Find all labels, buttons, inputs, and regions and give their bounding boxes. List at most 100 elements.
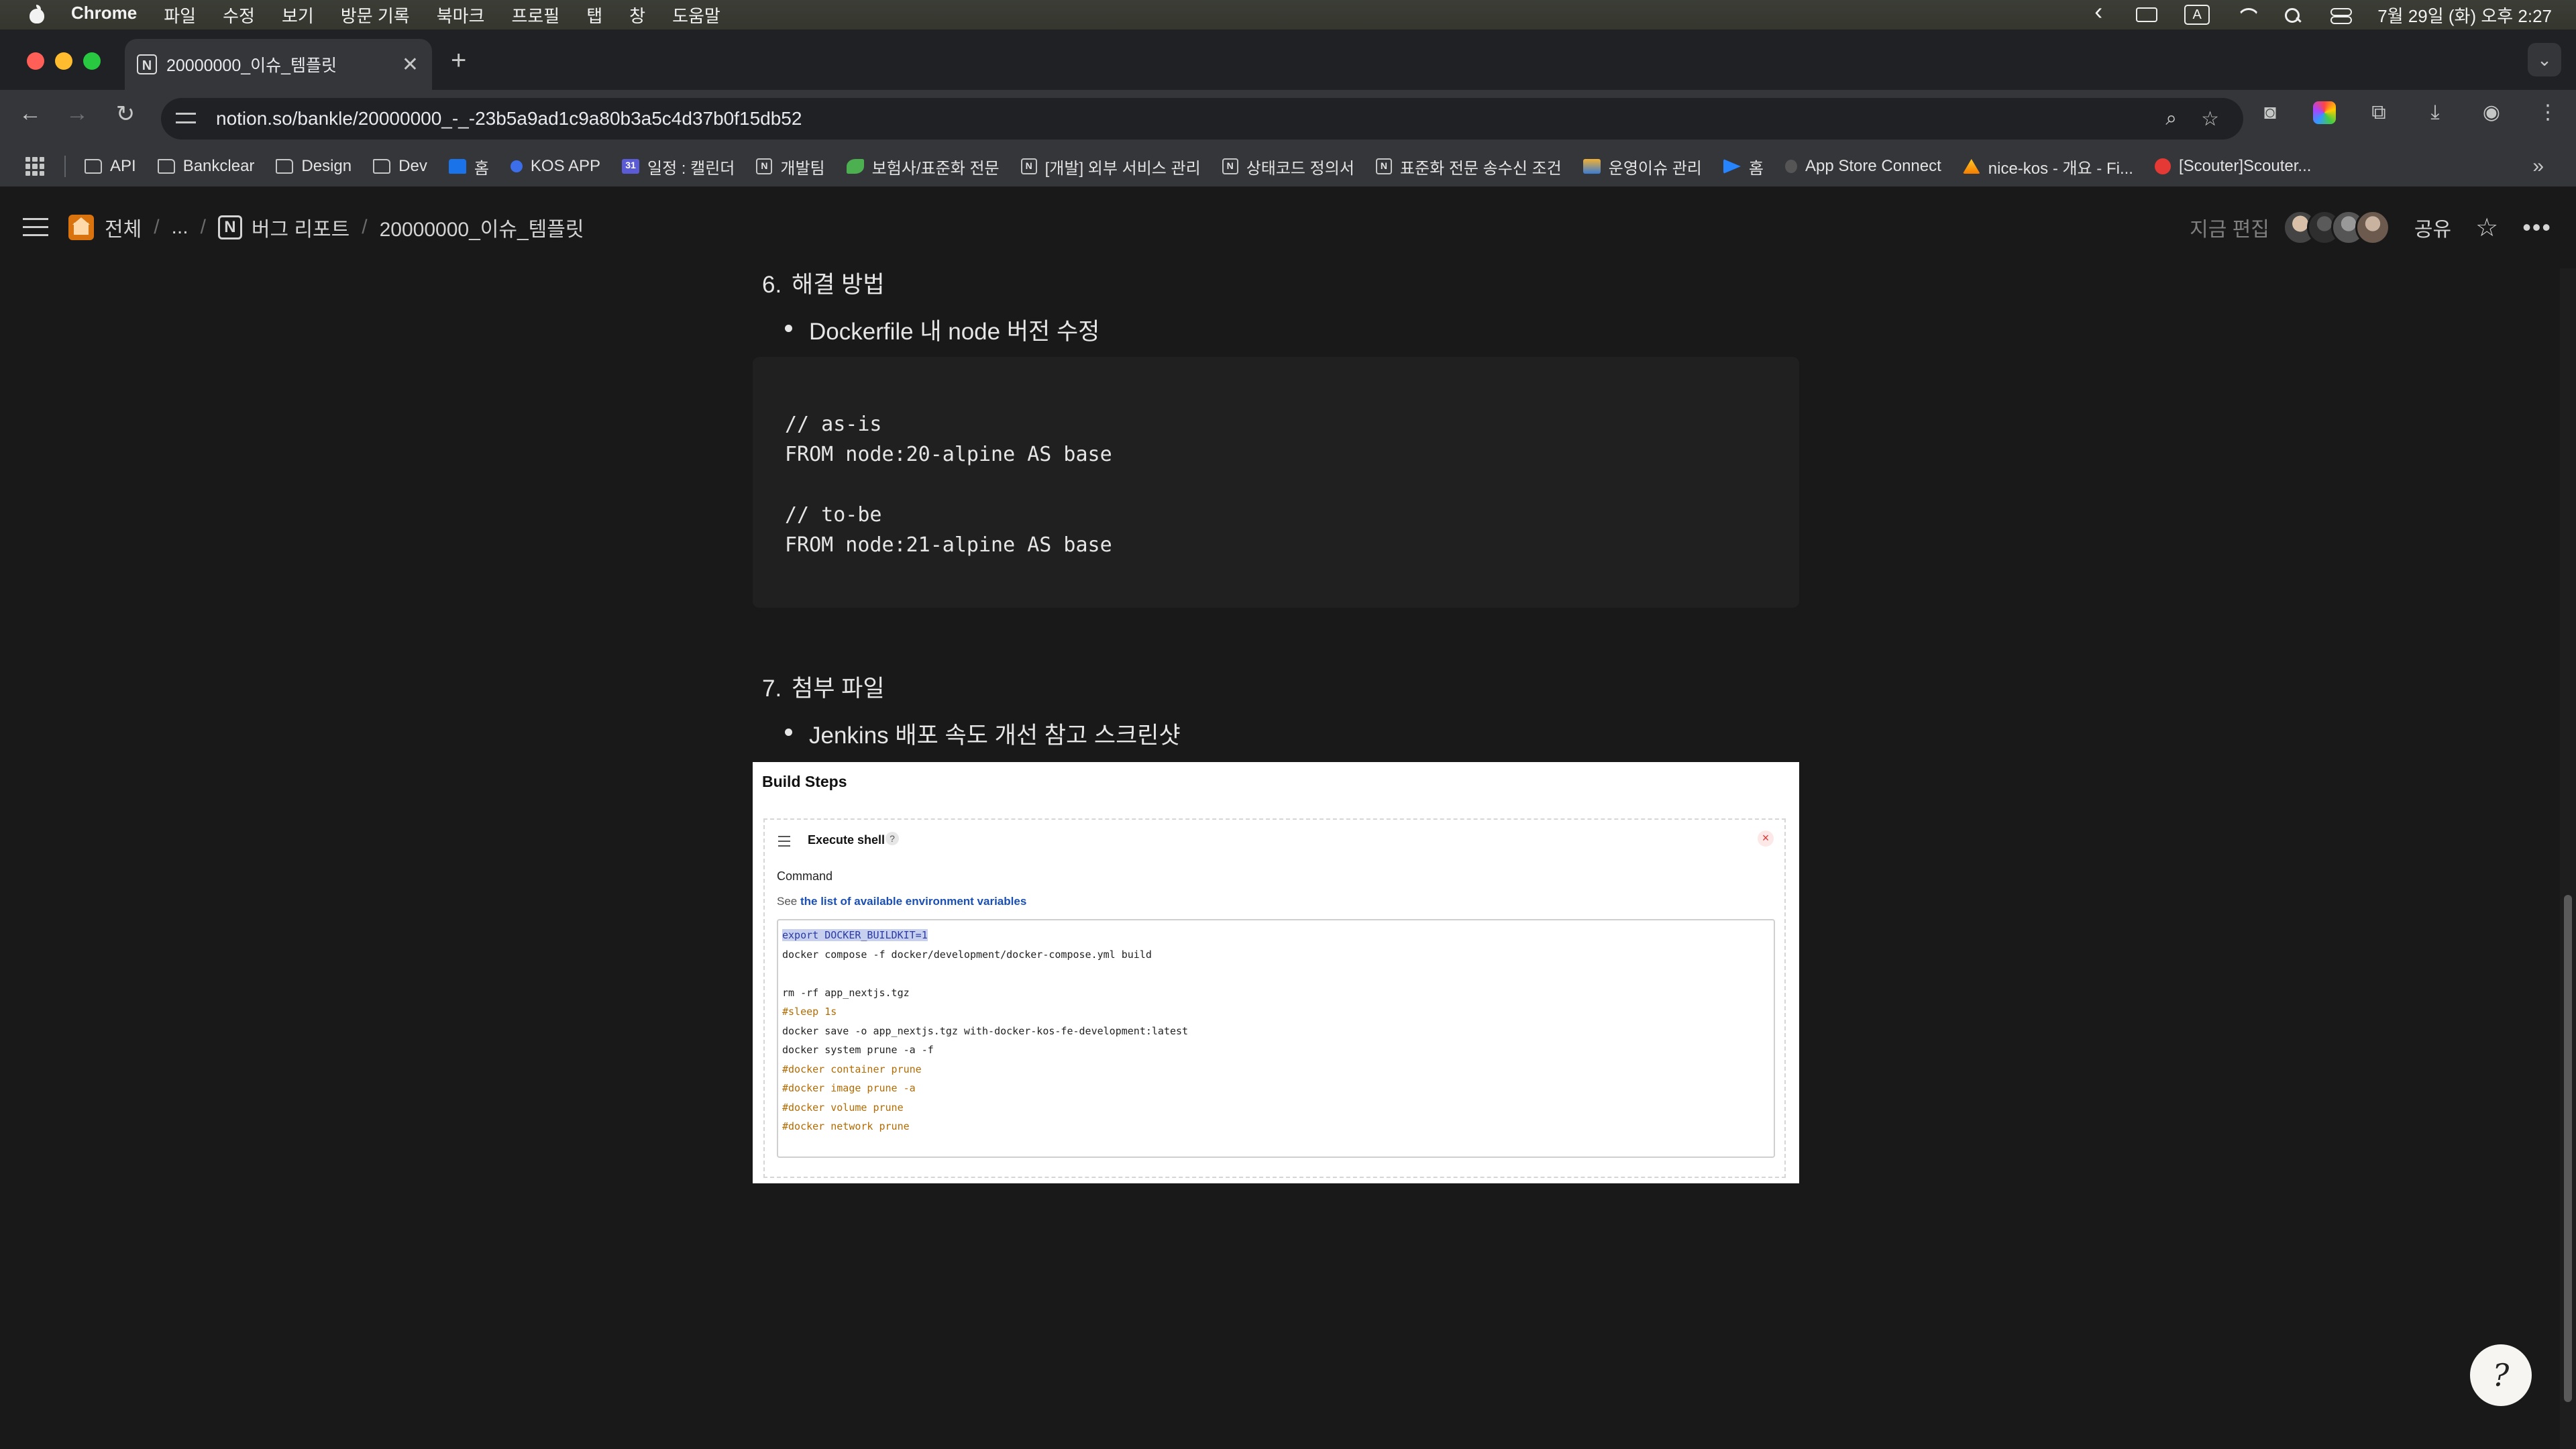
notion-icon: N — [756, 158, 773, 174]
code-line: #sleep 1s — [782, 1006, 837, 1018]
breadcrumb-ellipsis[interactable]: ... — [172, 216, 189, 239]
embedded-screenshot[interactable]: Build Steps Execute shell ? × Command Se… — [753, 762, 1799, 1183]
macos-menubar: Chrome 파일 수정 보기 방문 기록 북마크 프로필 탭 창 도움말 A … — [0, 0, 2576, 30]
code-line: rm -rf app_nextjs.tgz — [782, 986, 910, 999]
bookmark-design[interactable]: Design — [276, 157, 352, 176]
menu-tab[interactable]: 탭 — [586, 3, 602, 28]
avatar[interactable] — [2355, 210, 2390, 245]
breadcrumb-current-page[interactable]: 20000000_이슈_템플릿 — [380, 213, 584, 242]
profile-icon[interactable]: ◉ — [2478, 101, 2505, 124]
maximize-window-button[interactable] — [83, 52, 101, 70]
breadcrumb-workspace[interactable]: 전체 — [105, 213, 142, 242]
bookmark-kos-app[interactable]: KOS APP — [510, 157, 600, 176]
bookmark-home[interactable]: 홈 — [448, 155, 489, 178]
menu-bookmarks[interactable]: 북마크 — [437, 3, 485, 28]
folder-icon — [373, 159, 391, 174]
help-button[interactable]: ? — [2470, 1344, 2532, 1406]
scrollbar-thumb[interactable] — [2564, 895, 2572, 1402]
more-bookmarks-icon[interactable]: » — [2532, 155, 2544, 178]
breadcrumb-bug-report[interactable]: 버그 리포트 — [252, 213, 350, 242]
close-window-button[interactable] — [27, 52, 44, 70]
tab-title: 20000000_이슈_템플릿 — [166, 56, 337, 75]
bookmark-standard-conditions[interactable]: N 표준화 전문 송수신 조건 — [1375, 155, 1562, 178]
menu-file[interactable]: 파일 — [164, 3, 196, 28]
bookmark-app-store-connect[interactable]: App Store Connect — [1784, 157, 1941, 176]
apps-grid-icon[interactable] — [25, 157, 44, 176]
url-text[interactable]: notion.so/bankle/20000000_-_-23b5a9ad1c9… — [216, 108, 2165, 129]
spotlight-search-icon[interactable] — [2284, 7, 2304, 23]
sidebar-toggle-icon[interactable] — [23, 218, 48, 237]
collaborator-avatars[interactable] — [2282, 210, 2390, 245]
apple-logo-icon[interactable] — [27, 5, 47, 25]
bullet-item[interactable]: Dockerfile 내 node 버전 수정 — [784, 313, 1099, 347]
keyboard-icon[interactable] — [2136, 7, 2158, 22]
code-content[interactable]: // as-is FROM node:20-alpine AS base // … — [785, 409, 1112, 560]
input-source-icon[interactable]: A — [2184, 5, 2210, 25]
site-settings-icon[interactable] — [176, 111, 196, 127]
firebase-icon — [1962, 159, 1980, 174]
bookmark-label: 표준화 전문 송수신 조건 — [1399, 159, 1562, 178]
menu-edit[interactable]: 수정 — [223, 3, 255, 28]
bookmark-api[interactable]: API — [85, 157, 136, 176]
notion-icon: N — [1222, 158, 1238, 174]
apple-icon — [1784, 160, 1797, 173]
bookmark-bankclear[interactable]: Bankclear — [157, 157, 254, 176]
chevron-left-icon[interactable] — [2089, 0, 2109, 25]
menu-profiles[interactable]: 프로필 — [511, 3, 559, 28]
extensions-area: ◙ ⧉ ⤓ ◉ ⋮ — [2257, 101, 2561, 124]
close-tab-icon[interactable]: ✕ — [402, 53, 419, 76]
menu-help[interactable]: 도움말 — [672, 3, 720, 28]
camera-extension-icon[interactable]: ◙ — [2257, 101, 2284, 124]
back-arrow-icon[interactable]: ← — [13, 101, 47, 127]
share-button[interactable]: 공유 — [2414, 213, 2451, 242]
extensions-puzzle-icon[interactable]: ⧉ — [2365, 101, 2392, 124]
bookmark-insurance[interactable]: 보험사/표준화 전문 — [846, 155, 1000, 178]
bookmark-ops-issue[interactable]: 운영이슈 관리 — [1582, 155, 1702, 178]
download-icon[interactable]: ⤓ — [2422, 101, 2449, 124]
bookmark-status-code[interactable]: N 상태코드 정의서 — [1222, 155, 1354, 178]
bullet-item[interactable]: Jenkins 배포 속도 개선 참고 스크린샷 — [785, 716, 1181, 751]
wifi-icon[interactable] — [2237, 7, 2257, 23]
kos-icon — [510, 160, 523, 172]
menu-window[interactable]: 창 — [629, 3, 645, 28]
menu-view[interactable]: 보기 — [282, 3, 314, 28]
numbered-item-7[interactable]: 7. 첨부 파일 — [762, 669, 885, 704]
zoom-icon[interactable]: ⌕ — [2165, 107, 2177, 130]
bookmark-firebase[interactable]: nice-kos - 개요 - Fi... — [1962, 155, 2133, 178]
bookmark-label: 개발팀 — [780, 159, 825, 178]
page-scrollbar[interactable] — [2560, 268, 2576, 1449]
edited-status: 지금 편집 — [2190, 219, 2269, 241]
control-center-icon[interactable] — [2330, 7, 2353, 24]
code-block[interactable]: // as-is FROM node:20-alpine AS base // … — [753, 357, 1799, 608]
bookmark-dev[interactable]: Dev — [373, 157, 427, 176]
tab-search-button[interactable]: ⌄ — [2528, 43, 2561, 76]
bookmark-star-icon[interactable]: ☆ — [2201, 107, 2219, 131]
bookmark-external-service[interactable]: N [개발] 외부 서비스 관리 — [1020, 155, 1201, 178]
bookmark-label: API — [110, 157, 136, 175]
clock[interactable]: 7월 29일 (화) 오후 2:27 — [2377, 3, 2552, 28]
color-extension-icon[interactable] — [2313, 101, 2336, 124]
notion-page-icon: N — [217, 215, 242, 239]
code-line: #docker image prune -a — [782, 1082, 916, 1094]
folder-icon — [276, 159, 294, 174]
code-line: #docker network prune — [782, 1120, 910, 1132]
active-tab[interactable]: N 20000000_이슈_템플릿 ✕ — [125, 39, 432, 90]
bookmark-jira-home[interactable]: 홈 — [1723, 155, 1764, 178]
menu-history[interactable]: 방문 기록 — [341, 3, 410, 28]
forward-arrow-icon[interactable]: → — [60, 101, 94, 127]
bookmark-dev-team[interactable]: N 개발팀 — [756, 155, 825, 178]
folder-icon — [157, 159, 175, 174]
reload-icon[interactable]: ↻ — [109, 101, 142, 127]
address-bar[interactable]: notion.so/bankle/20000000_-_-23b5a9ad1c9… — [161, 98, 2243, 140]
bookmark-calendar[interactable]: 31 일정 : 캘린더 — [621, 155, 735, 178]
minimize-window-button[interactable] — [55, 52, 72, 70]
menu-chrome[interactable]: Chrome — [71, 3, 137, 28]
bookmark-label: App Store Connect — [1805, 157, 1941, 175]
new-tab-button[interactable]: + — [451, 46, 466, 76]
more-options-icon[interactable]: ••• — [2522, 213, 2552, 241]
favorite-star-icon[interactable]: ☆ — [2475, 213, 2498, 243]
chrome-menu-icon[interactable]: ⋮ — [2534, 101, 2561, 124]
bookmark-scouter[interactable]: [Scouter]Scouter... — [2154, 157, 2311, 176]
topbar-actions: 지금 편집 공유 ☆ ••• — [2190, 210, 2552, 245]
numbered-item-6[interactable]: 6. 해결 방법 — [762, 266, 885, 300]
